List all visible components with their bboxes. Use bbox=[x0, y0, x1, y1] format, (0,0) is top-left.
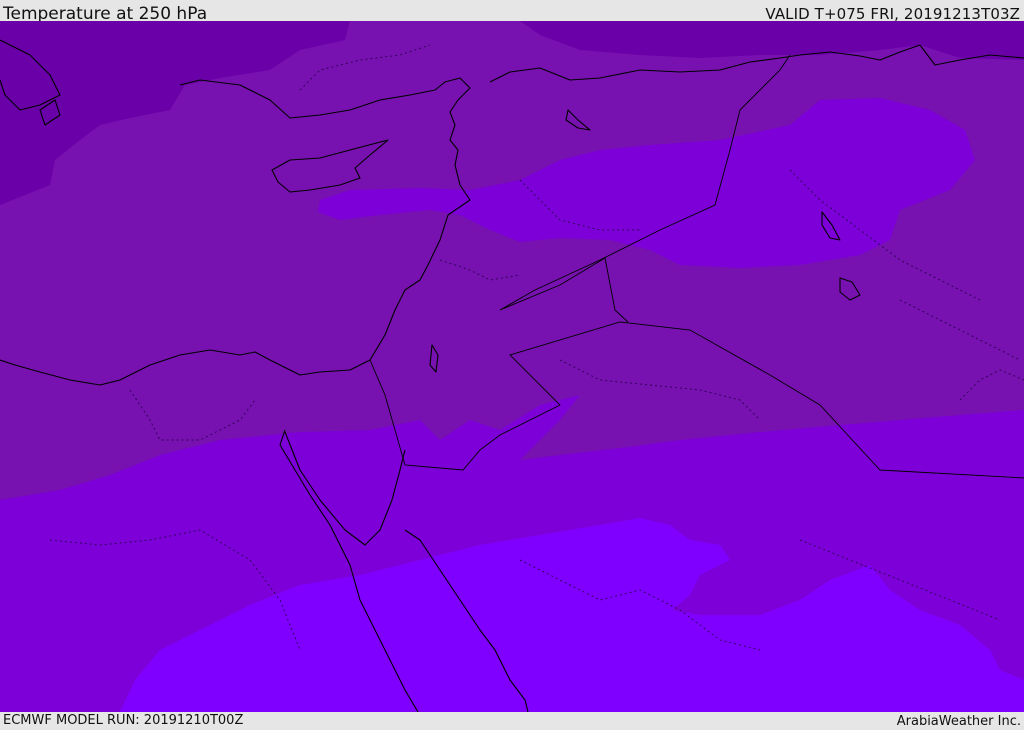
footer-bar: ECMWF MODEL RUN: 20191210T00Z ArabiaWeat… bbox=[0, 712, 1024, 729]
map-area[interactable] bbox=[0, 21, 1024, 712]
temperature-map[interactable] bbox=[0, 21, 1024, 712]
header-bar: Temperature at 250 hPa VALID T+075 FRI, … bbox=[0, 0, 1024, 24]
model-run: ECMWF MODEL RUN: 20191210T00Z bbox=[3, 713, 244, 728]
credit-text: ArabiaWeather Inc. bbox=[896, 714, 1021, 729]
